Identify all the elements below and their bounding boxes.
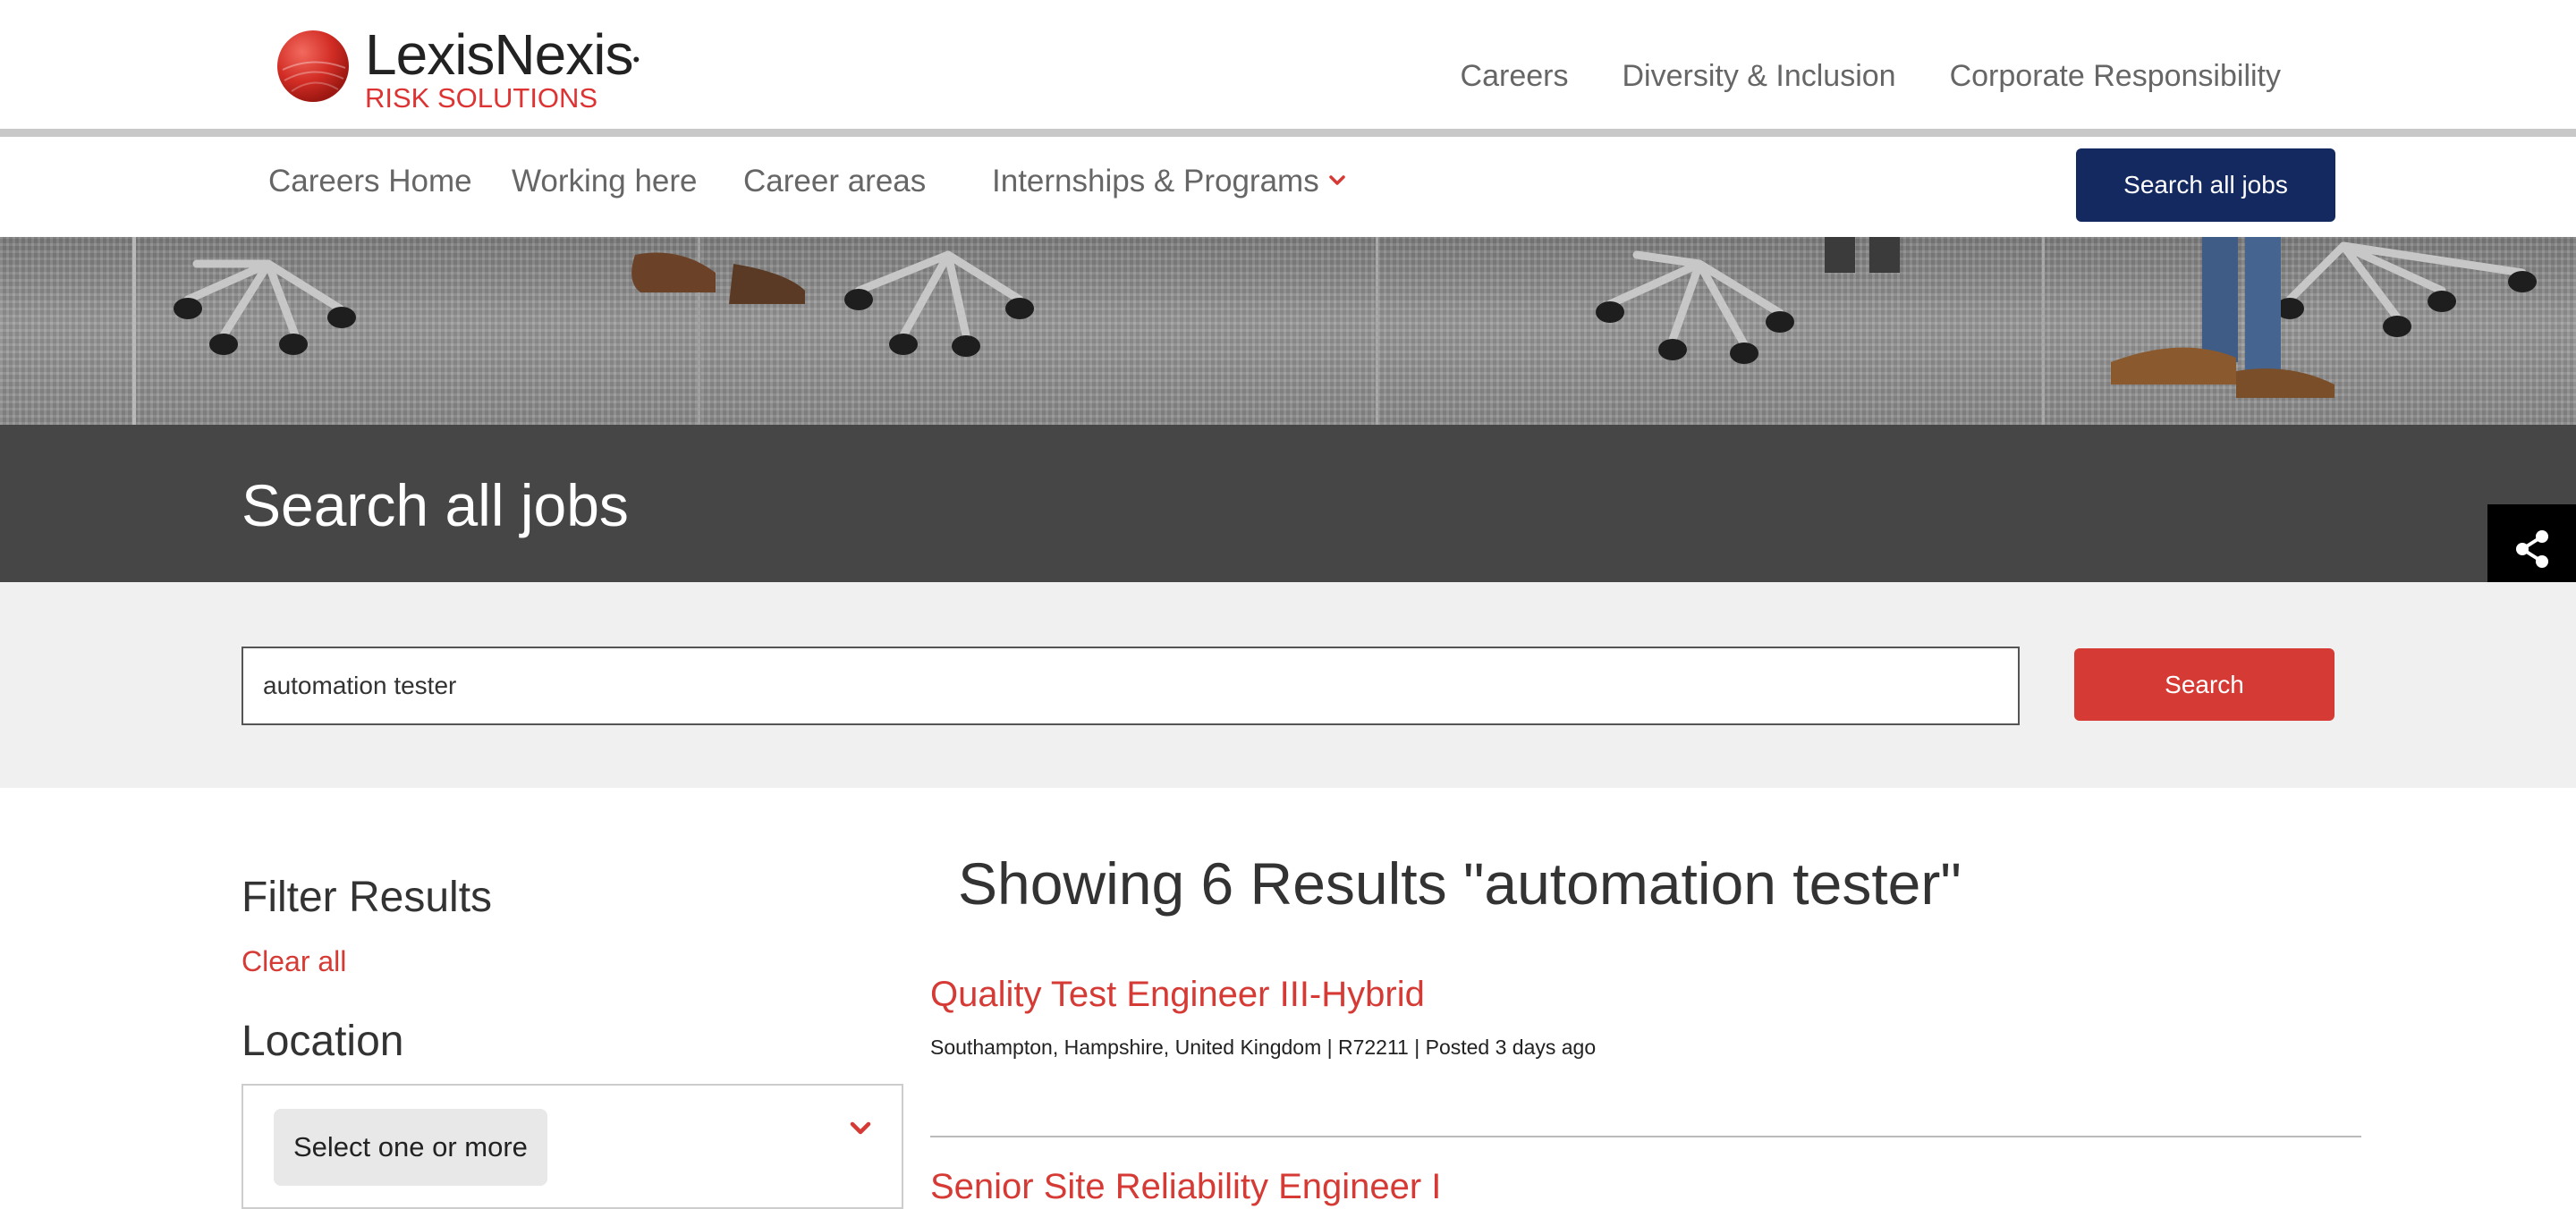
lexisnexis-logo-icon (277, 30, 349, 102)
top-nav-diversity-inclusion[interactable]: Diversity & Inclusion (1622, 59, 1895, 94)
filter-results-heading: Filter Results (242, 874, 493, 921)
location-select[interactable]: Select one or more (274, 1109, 547, 1186)
search-band: Search (0, 582, 2576, 788)
logo-subtitle: RISK SOLUTIONS (365, 82, 598, 114)
chevron-down-icon[interactable] (848, 1116, 873, 1141)
clear-all-link[interactable]: Clear all (242, 945, 346, 978)
share-button[interactable] (2487, 504, 2576, 593)
page-title: Search all jobs (242, 472, 629, 538)
job-title-link[interactable]: Quality Test Engineer III-Hybrid (930, 975, 1425, 1015)
logo-name: LexisNexis• (365, 22, 640, 87)
location-heading: Location (242, 1018, 404, 1065)
subnav-working-here[interactable]: Working here (512, 164, 698, 199)
chevron-down-icon[interactable] (1327, 171, 1347, 190)
page-title-band: Search all jobs (0, 425, 2576, 582)
share-icon (2516, 530, 2548, 568)
lexisnexis-logo[interactable]: LexisNexis• RISK SOLUTIONS (275, 23, 640, 114)
top-nav-careers[interactable]: Careers (1461, 59, 1569, 94)
secondary-nav: Careers Home Working here Career areas I… (0, 137, 2576, 237)
result-divider (930, 1136, 2361, 1137)
search-button[interactable]: Search (2074, 648, 2334, 721)
header-divider (0, 129, 2576, 137)
location-filter[interactable]: Select one or more (242, 1084, 903, 1209)
job-meta: Southampton, Hampshire, United Kingdom |… (930, 1036, 1597, 1059)
results-heading: Showing 6 Results "automation tester" (958, 850, 1962, 917)
job-search-input[interactable] (242, 647, 2020, 725)
hero-image (0, 237, 2576, 425)
subnav-career-areas[interactable]: Career areas (743, 164, 926, 199)
subnav-careers-home[interactable]: Careers Home (268, 164, 472, 199)
hero-photo-illustration (132, 237, 2537, 425)
top-nav: Careers Diversity & Inclusion Corporate … (1461, 59, 2281, 94)
subnav-internships-programs[interactable]: Internships & Programs (992, 164, 1319, 199)
top-header: LexisNexis• RISK SOLUTIONS Careers Diver… (0, 0, 2576, 130)
search-all-jobs-button[interactable]: Search all jobs (2076, 148, 2335, 222)
top-nav-corporate-responsibility[interactable]: Corporate Responsibility (1950, 59, 2281, 94)
job-title-link[interactable]: Senior Site Reliability Engineer I (930, 1167, 1441, 1207)
